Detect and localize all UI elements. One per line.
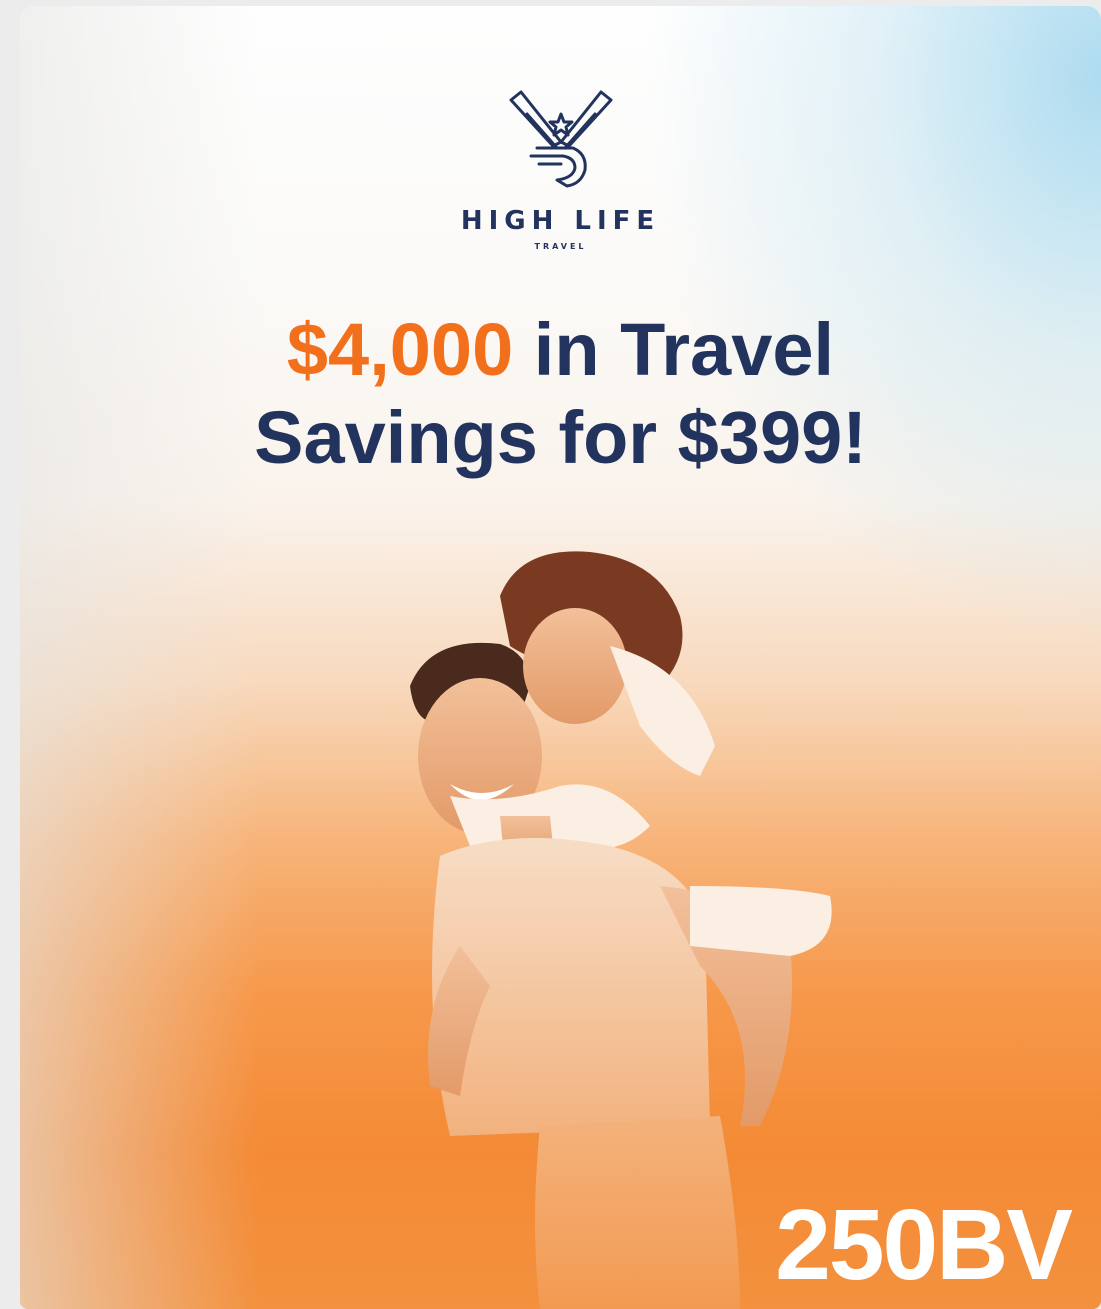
brand-name: HIGH LIFE xyxy=(460,206,661,236)
savings-amount: $4,000 xyxy=(286,308,514,391)
headline-line2: Savings for $399! xyxy=(254,396,867,479)
promo-headline: $4,000 in Travel Savings for $399! xyxy=(20,306,1101,482)
bv-badge: 250BV xyxy=(775,1189,1073,1301)
promo-card[interactable]: HIGH LIFE TRAVEL $4,000 in Travel Saving… xyxy=(20,6,1101,1309)
brand-logo: HIGH LIFE TRAVEL xyxy=(20,84,1101,251)
brand-subtitle: TRAVEL xyxy=(534,242,587,251)
headline-line1-rest: in Travel xyxy=(513,308,835,391)
eagle-wing-icon xyxy=(509,90,612,188)
